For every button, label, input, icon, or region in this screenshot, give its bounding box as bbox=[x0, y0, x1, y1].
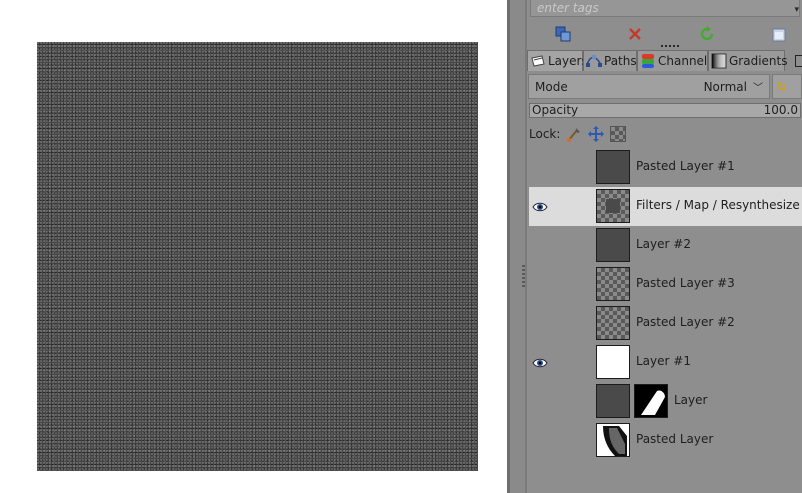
layers-list: Pasted Layer #1 Filters / Map / Resynthes… bbox=[529, 148, 802, 493]
mode-row: Mode Normal ﹀ ↻ bbox=[528, 74, 802, 99]
layer-mask-thumbnail[interactable] bbox=[634, 384, 668, 418]
dock-tabs: Layers Paths Channels Gradients bbox=[527, 50, 802, 72]
tab-menu-icon[interactable] bbox=[795, 55, 802, 67]
layer-row[interactable]: Pasted Layer #3 bbox=[529, 265, 802, 304]
layer-row[interactable]: Pasted Layer bbox=[529, 421, 802, 460]
layer-row[interactable]: Filters / Map / Resynthesize bbox=[529, 187, 802, 226]
refresh-icon[interactable] bbox=[695, 22, 719, 46]
lock-alpha-icon[interactable] bbox=[610, 126, 627, 142]
blend-space-icon: ↻ bbox=[777, 79, 788, 94]
dock-separator[interactable] bbox=[510, 0, 525, 493]
visibility-toggle[interactable] bbox=[532, 161, 548, 175]
layer-row[interactable]: Layer bbox=[529, 382, 802, 421]
tab-paths[interactable]: Paths bbox=[583, 50, 637, 71]
tab-layers-label: Layers bbox=[548, 54, 588, 68]
mode-select[interactable]: Mode Normal ﹀ bbox=[528, 74, 770, 99]
toolbar-grip[interactable] bbox=[661, 45, 681, 47]
lock-row: Lock: bbox=[529, 124, 627, 144]
lock-pixels-icon[interactable] bbox=[566, 126, 582, 142]
tab-gradients[interactable]: Gradients bbox=[708, 50, 788, 71]
paths-icon bbox=[586, 53, 602, 69]
layer-thumbnail[interactable] bbox=[596, 423, 630, 457]
chain-toggle[interactable] bbox=[553, 314, 571, 332]
duplicate-icon[interactable] bbox=[551, 22, 575, 46]
visibility-toggle[interactable] bbox=[532, 395, 548, 409]
chain-toggle[interactable] bbox=[553, 236, 571, 254]
tab-channels-label: Channels bbox=[658, 54, 714, 68]
tab-channels[interactable]: Channels bbox=[637, 50, 714, 71]
visibility-toggle[interactable] bbox=[532, 278, 548, 292]
layer-thumbnail[interactable] bbox=[596, 267, 630, 301]
layer-name[interactable]: Pasted Layer bbox=[636, 432, 713, 446]
blend-space-button[interactable]: ↻ bbox=[772, 74, 802, 99]
visibility-toggle[interactable] bbox=[532, 317, 548, 331]
visibility-toggle[interactable] bbox=[532, 239, 548, 253]
image-canvas-area[interactable] bbox=[0, 0, 507, 493]
mode-value: Normal bbox=[703, 79, 747, 94]
tab-layers[interactable]: Layers bbox=[527, 50, 588, 71]
opacity-value: 100.0 bbox=[763, 103, 798, 117]
chain-toggle[interactable] bbox=[553, 197, 571, 215]
chain-toggle[interactable] bbox=[553, 158, 571, 176]
layer-row[interactable]: Layer #1 bbox=[529, 343, 802, 382]
edit-icon[interactable] bbox=[767, 22, 791, 46]
tab-gradients-label: Gradients bbox=[729, 54, 788, 68]
tags-placeholder: enter tags bbox=[537, 1, 599, 15]
layer-name[interactable]: Pasted Layer #1 bbox=[636, 159, 735, 173]
dock-toolbar bbox=[527, 22, 802, 47]
layer-thumbnail[interactable] bbox=[596, 345, 630, 379]
opacity-label: Opacity bbox=[532, 103, 579, 117]
layer-name[interactable]: Pasted Layer #3 bbox=[636, 276, 735, 290]
layers-icon bbox=[530, 53, 546, 69]
layer-row[interactable]: Pasted Layer #2 bbox=[529, 304, 802, 343]
mode-label: Mode bbox=[535, 79, 568, 94]
eye-icon[interactable] bbox=[532, 356, 548, 370]
chain-toggle[interactable] bbox=[553, 431, 571, 449]
layer-name[interactable]: Layer #1 bbox=[636, 354, 691, 368]
layer-thumbnail[interactable] bbox=[596, 306, 630, 340]
layer-row[interactable]: Pasted Layer #1 bbox=[529, 148, 802, 187]
layer-name[interactable]: Layer #2 bbox=[636, 237, 691, 251]
image-canvas[interactable] bbox=[37, 42, 478, 471]
opacity-slider[interactable]: Opacity 100.0 bbox=[529, 103, 801, 118]
tab-paths-label: Paths bbox=[604, 54, 637, 68]
lock-position-icon[interactable] bbox=[588, 126, 605, 142]
channels-icon bbox=[640, 53, 656, 69]
chevron-down-icon[interactable]: ▾ bbox=[794, 2, 799, 18]
chain-toggle[interactable] bbox=[553, 353, 571, 371]
delete-icon[interactable] bbox=[623, 22, 647, 46]
layer-name[interactable]: Filters / Map / Resynthesize bbox=[636, 198, 800, 212]
layer-thumbnail[interactable] bbox=[596, 228, 630, 262]
chevron-down-icon: ﹀ bbox=[753, 83, 763, 94]
gradients-icon bbox=[711, 53, 727, 69]
tags-input[interactable]: enter tags ▾ bbox=[530, 0, 800, 17]
visibility-toggle[interactable] bbox=[532, 434, 548, 448]
layer-thumbnail[interactable] bbox=[596, 150, 630, 184]
chain-toggle[interactable] bbox=[553, 275, 571, 293]
layer-thumbnail[interactable] bbox=[596, 384, 630, 418]
layer-row[interactable]: Layer #2 bbox=[529, 226, 802, 265]
layer-thumbnail[interactable] bbox=[596, 189, 630, 223]
layer-name[interactable]: Pasted Layer #2 bbox=[636, 315, 735, 329]
layers-dock: enter tags ▾ Layers Paths Channels Gradi… bbox=[527, 0, 802, 493]
eye-icon[interactable] bbox=[532, 200, 548, 214]
chain-toggle[interactable] bbox=[553, 392, 571, 410]
lock-label: Lock: bbox=[529, 127, 561, 141]
layer-name[interactable]: Layer bbox=[674, 393, 707, 407]
